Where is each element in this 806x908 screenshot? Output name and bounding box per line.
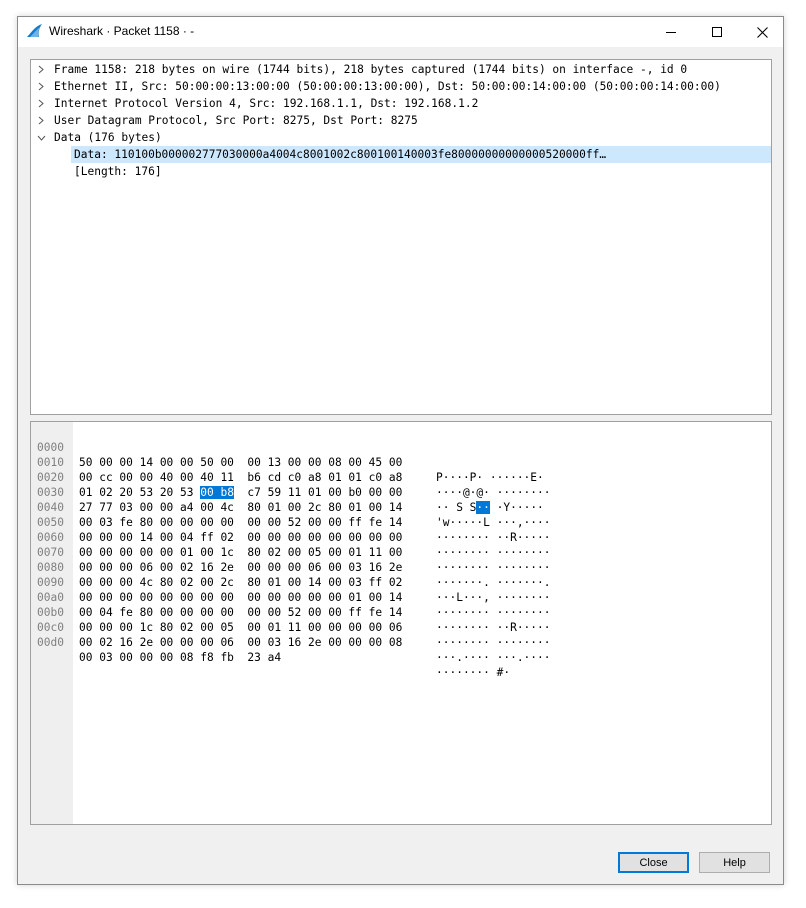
hex-ascii[interactable]: ········ ········ xyxy=(436,605,551,620)
hex-ascii[interactable]: ········ ········ xyxy=(436,635,551,650)
hex-ascii-pre: ·· S S xyxy=(436,501,477,514)
close-window-button[interactable] xyxy=(739,17,785,47)
tree-item-data-payload[interactable]: Data: 110100b000002777030000a4004c800100… xyxy=(71,146,771,163)
hex-row[interactable]: 0090 00 00 00 00 00 00 00 00 00 00 00 00… xyxy=(31,560,551,619)
tree-item-label: Data: 110100b000002777030000a4004c800100… xyxy=(74,148,607,161)
hex-offset: 00d0 xyxy=(37,636,64,649)
hex-row[interactable]: 0000 50 00 00 14 00 00 50 00 00 13 00 00… xyxy=(31,425,544,484)
hex-row[interactable]: 0020 01 02 20 53 20 53 00 b8 c7 59 11 01… xyxy=(31,455,544,514)
hex-row[interactable]: 0080 00 00 00 4c 80 02 00 2c 80 01 00 14… xyxy=(31,545,551,604)
help-button[interactable]: Help xyxy=(699,852,770,873)
chevron-right-icon[interactable] xyxy=(36,112,46,129)
hex-ascii[interactable]: ····@·@· ········ xyxy=(436,485,551,500)
hex-ascii[interactable]: ········ ········ xyxy=(436,560,551,575)
hex-ascii[interactable]: ·· S S·· ·Y····· xyxy=(436,500,544,515)
hex-row[interactable]: 00b0 00 00 00 1c 80 02 00 05 00 01 11 00… xyxy=(31,590,551,649)
hex-bytes[interactable]: 00 00 00 00 00 00 00 00 00 00 00 00 00 0… xyxy=(79,590,402,605)
hex-ascii[interactable]: ········ #· xyxy=(436,665,510,680)
close-icon xyxy=(756,26,768,38)
tree-item-label: Frame 1158: 218 bytes on wire (1744 bits… xyxy=(54,63,688,76)
tree-item-label: Ethernet II, Src: 50:00:00:13:00:00 (50:… xyxy=(54,80,721,93)
close-button[interactable]: Close xyxy=(618,852,689,873)
hex-bytes[interactable]: 00 00 00 00 00 01 00 1c 80 02 00 05 00 0… xyxy=(79,545,402,560)
tree-item-ipv4[interactable]: Internet Protocol Version 4, Src: 192.16… xyxy=(31,95,771,112)
chevron-down-icon[interactable] xyxy=(36,129,46,146)
hex-row[interactable]: 0060 00 00 00 00 00 01 00 1c 80 02 00 05… xyxy=(31,515,551,574)
hex-row[interactable]: 0050 00 00 00 14 00 04 ff 02 00 00 00 00… xyxy=(31,500,551,559)
hex-bytes[interactable]: 00 00 00 4c 80 02 00 2c 80 01 00 14 00 0… xyxy=(79,575,402,590)
hex-ascii[interactable]: ···.···· ···.···· xyxy=(436,650,551,665)
tree-item-ethernet[interactable]: Ethernet II, Src: 50:00:00:13:00:00 (50:… xyxy=(31,78,771,95)
maximize-icon xyxy=(712,27,722,37)
hex-bytes-pre: 01 02 20 53 20 53 xyxy=(79,486,201,499)
maximize-button[interactable] xyxy=(694,17,740,47)
chevron-right-icon[interactable] xyxy=(36,78,46,95)
tree-item-data[interactable]: Data (176 bytes) xyxy=(31,129,771,146)
hex-bytes[interactable]: 00 00 00 06 00 02 16 2e 00 00 00 06 00 0… xyxy=(79,560,402,575)
hex-ascii-highlight: ·· xyxy=(476,501,490,514)
tree-item-label: Internet Protocol Version 4, Src: 192.16… xyxy=(54,97,479,110)
tree-item-length[interactable]: [Length: 176] xyxy=(31,163,771,180)
tree-item-label: Data (176 bytes) xyxy=(54,131,162,144)
hex-bytes[interactable]: 00 00 00 1c 80 02 00 05 00 01 11 00 00 0… xyxy=(79,620,402,635)
hex-bytes[interactable]: 00 03 00 00 00 08 f8 fb 23 a4 xyxy=(79,650,281,665)
hex-ascii[interactable]: ········ ········ xyxy=(436,545,551,560)
hex-ascii[interactable]: ·······. ·······. xyxy=(436,575,551,590)
packet-dialog: Wireshark · Packet 1158 · - Frame 1158: … xyxy=(17,16,784,885)
window-title: Wireshark · Packet 1158 · - xyxy=(49,24,195,38)
hex-row[interactable]: 0070 00 00 00 06 00 02 16 2e 00 00 00 06… xyxy=(31,530,551,589)
hex-row[interactable]: 0030 27 77 03 00 00 a4 00 4c 80 01 00 2c… xyxy=(31,470,551,529)
hex-bytes[interactable]: 00 00 00 14 00 04 ff 02 00 00 00 00 00 0… xyxy=(79,530,402,545)
hex-ascii[interactable]: 'w·····L ···,···· xyxy=(436,515,551,530)
minimize-button[interactable] xyxy=(648,17,694,47)
hex-bytes[interactable]: 00 04 fe 80 00 00 00 00 00 00 52 00 00 f… xyxy=(79,605,402,620)
tree-item-frame[interactable]: Frame 1158: 218 bytes on wire (1744 bits… xyxy=(31,61,771,78)
wireshark-fin-icon xyxy=(27,24,42,37)
hex-row[interactable]: 00a0 00 04 fe 80 00 00 00 00 00 00 52 00… xyxy=(31,575,551,634)
hex-row[interactable]: 00d0 00 03 00 00 00 08 f8 fb 23 a4 ·····… xyxy=(31,620,510,679)
hex-bytes-post: c7 59 11 01 00 b0 00 00 xyxy=(233,486,403,499)
hex-bytes[interactable]: 01 02 20 53 20 53 00 b8 c7 59 11 01 00 b… xyxy=(79,485,402,500)
hex-ascii[interactable]: P····P· ······E· xyxy=(436,470,544,485)
chevron-right-icon[interactable] xyxy=(36,95,46,112)
minimize-icon xyxy=(666,32,676,33)
hex-bytes[interactable]: 00 cc 00 00 40 00 40 11 b6 cd c0 a8 01 0… xyxy=(79,470,402,485)
hex-bytes[interactable]: 00 03 fe 80 00 00 00 00 00 00 52 00 00 f… xyxy=(79,515,402,530)
hex-ascii[interactable]: ········ ··R····· xyxy=(436,530,551,545)
hex-ascii[interactable]: ···L···, ········ xyxy=(436,590,551,605)
hex-ascii[interactable]: ········ ··R····· xyxy=(436,620,551,635)
hex-ascii-post: ·Y····· xyxy=(489,501,544,514)
hex-bytes[interactable]: 50 00 00 14 00 00 50 00 00 13 00 00 08 0… xyxy=(79,455,402,470)
hex-bytes-highlight: 00 b8 xyxy=(200,486,234,499)
tree-item-label: User Datagram Protocol, Src Port: 8275, … xyxy=(54,114,418,127)
packet-details-tree[interactable]: Frame 1158: 218 bytes on wire (1744 bits… xyxy=(30,59,772,415)
tree-item-label: [Length: 176] xyxy=(74,165,162,178)
hex-row[interactable]: 00c0 00 02 16 2e 00 00 00 06 00 03 16 2e… xyxy=(31,605,551,664)
hex-bytes[interactable]: 27 77 03 00 00 a4 00 4c 80 01 00 2c 80 0… xyxy=(79,500,402,515)
packet-bytes-pane[interactable]: 0000 50 00 00 14 00 00 50 00 00 13 00 00… xyxy=(30,421,772,825)
tree-item-udp[interactable]: User Datagram Protocol, Src Port: 8275, … xyxy=(31,112,771,129)
chevron-right-icon[interactable] xyxy=(36,61,46,78)
hex-row[interactable]: 0010 00 cc 00 00 40 00 40 11 b6 cd c0 a8… xyxy=(31,440,551,499)
title-bar[interactable]: Wireshark · Packet 1158 · - xyxy=(18,17,783,47)
hex-row[interactable]: 0040 00 03 fe 80 00 00 00 00 00 00 52 00… xyxy=(31,485,551,544)
hex-bytes[interactable]: 00 02 16 2e 00 00 00 06 00 03 16 2e 00 0… xyxy=(79,635,402,650)
